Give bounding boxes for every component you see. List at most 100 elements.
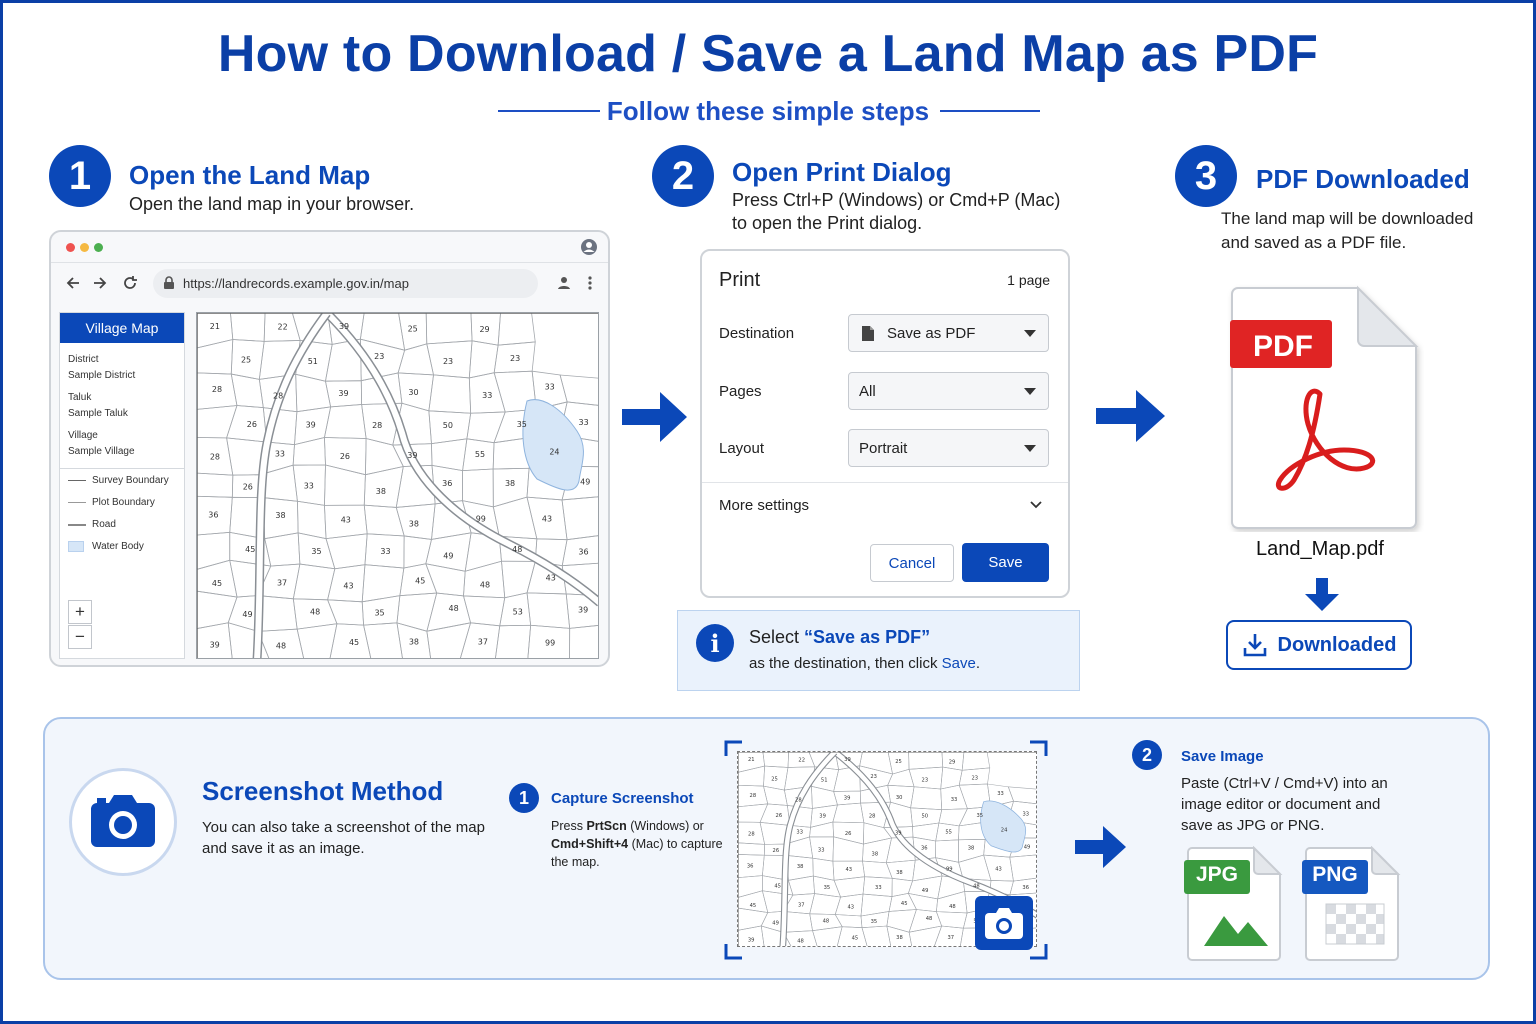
plot-boundary <box>910 786 943 810</box>
downloaded-label: Downloaded <box>1277 633 1397 656</box>
plot-boundary <box>859 752 893 775</box>
land-map[interactable]: 21 22 39 25 29 25 51 23 23 23 28 28 39 30 33 33 26 39 28 50… <box>196 312 599 659</box>
plot-boundary <box>396 592 438 632</box>
pages-select[interactable]: All <box>848 372 1049 410</box>
plot-boundary <box>763 785 788 806</box>
plot-number: 99 <box>476 514 486 523</box>
plot-number: 55 <box>475 450 485 459</box>
plot-number: 39 <box>338 389 348 398</box>
plot-number: 36 <box>921 846 928 852</box>
plot-number: 38 <box>376 487 386 496</box>
plot-boundary <box>738 803 769 823</box>
window-minimize-dot[interactable] <box>80 243 89 252</box>
plot-number: 23 <box>922 777 929 783</box>
sidebar-heading: Village Map <box>60 313 184 343</box>
back-icon[interactable] <box>65 275 81 296</box>
plot-number: 33 <box>545 383 555 392</box>
plot-number: 35 <box>374 608 384 617</box>
forward-icon[interactable] <box>92 275 108 296</box>
legend-plot-boundary: Plot Boundary <box>92 497 155 508</box>
plot-number: 48 <box>926 916 933 922</box>
plot-number: 33 <box>304 481 314 490</box>
plot-number: 37 <box>277 578 287 587</box>
info-line2: as the destination, then click Save. <box>749 655 980 672</box>
plot-boundary <box>297 500 327 540</box>
plot-number: 24 <box>1001 828 1008 834</box>
plot-number: 50 <box>921 814 928 820</box>
zoom-out-button[interactable]: − <box>68 625 92 649</box>
address-bar[interactable]: https://landrecords.example.gov.in/map <box>153 269 538 298</box>
plot-number: 28 <box>795 798 802 804</box>
jpg-label: JPG <box>1195 863 1239 886</box>
plot-number: 48 <box>797 938 804 944</box>
plot-number: 35 <box>517 420 527 429</box>
profile-icon[interactable] <box>580 238 598 256</box>
account-icon[interactable] <box>556 275 572 296</box>
plot-number: 38 <box>409 637 419 646</box>
plot-boundary <box>908 752 944 770</box>
plot-boundary <box>462 595 506 627</box>
plot-boundary <box>227 622 270 658</box>
plot-boundary <box>325 533 368 570</box>
zoom-in-button[interactable]: + <box>68 600 92 624</box>
plot-boundary <box>811 785 838 809</box>
step-1-description: Open the land map in your browser. <box>129 194 415 214</box>
reload-icon[interactable] <box>122 275 138 296</box>
plot-boundary <box>887 768 915 788</box>
plot-boundary <box>326 599 365 626</box>
plot-number: 26 <box>243 482 253 491</box>
plot-number: 38 <box>797 864 804 870</box>
png-label: PNG <box>1312 863 1358 886</box>
plot-boundary-swatch <box>68 502 86 503</box>
plot-number: 25 <box>771 776 778 782</box>
plot-boundary <box>886 909 917 933</box>
land-map-drawing: 21 22 39 25 29 25 51 23 23 23 28 28 39 30 33 33 26 39 28 50… <box>197 313 598 658</box>
downloaded-button[interactable]: Downloaded <box>1226 620 1412 670</box>
capture-line1-suffix: (Windows) or <box>626 819 704 833</box>
plot-boundary <box>425 563 466 597</box>
plot-boundary <box>324 464 366 506</box>
step-3-description-line1: The land map will be downloaded <box>1221 209 1474 228</box>
plot-number: 39 <box>578 606 588 615</box>
plot-boundary <box>912 822 940 842</box>
plot-number: 25 <box>241 355 251 364</box>
plot-number: 30 <box>896 795 903 801</box>
kebab-menu-icon[interactable] <box>587 275 593 296</box>
tab-divider <box>51 262 608 263</box>
plot-number: 33 <box>380 547 390 556</box>
map-sidebar: Village Map District Sample District Tal… <box>59 312 185 659</box>
plot-number: 26 <box>845 831 852 837</box>
destination-select[interactable]: Save as PDF <box>848 314 1049 352</box>
plot-number: 51 <box>821 777 828 783</box>
plot-boundary <box>935 839 959 863</box>
layout-select[interactable]: Portrait <box>848 429 1049 467</box>
more-settings-label[interactable]: More settings <box>719 497 809 514</box>
plot-number: 23 <box>443 357 453 366</box>
plot-boundary <box>526 592 571 629</box>
sidebar-taluk: Taluk Sample Taluk <box>68 390 128 422</box>
plot-number: 37 <box>948 935 955 941</box>
plot-boundary <box>468 340 499 379</box>
water-body-swatch <box>68 541 84 552</box>
cancel-button[interactable]: Cancel <box>870 544 954 582</box>
plot-number: 38 <box>968 846 975 852</box>
pages-value: All <box>859 382 876 400</box>
save-image-title: Save Image <box>1181 748 1264 765</box>
chevron-down-icon <box>1024 445 1036 452</box>
legend-water-body: Water Body <box>92 541 144 552</box>
info-line2-suffix: . <box>975 655 980 672</box>
plot-boundary <box>403 535 432 569</box>
plot-number: 36 <box>208 510 218 519</box>
plot-number: 45 <box>349 638 359 647</box>
sidebar-divider <box>60 468 184 469</box>
save-button[interactable]: Save <box>962 543 1049 582</box>
browser-window: https://landrecords.example.gov.in/map V… <box>49 230 610 667</box>
window-maximize-dot[interactable] <box>94 243 103 252</box>
plot-boundary <box>197 531 231 570</box>
window-close-dot[interactable] <box>66 243 75 252</box>
page-title: How to Download / Save a Land Map as PDF <box>217 25 1319 83</box>
more-settings-chevron-icon[interactable] <box>1029 500 1043 510</box>
plot-number: 26 <box>776 813 783 819</box>
cmd-shift-4-key: Cmd+Shift+4 <box>551 837 629 851</box>
plot-number: 45 <box>415 577 425 586</box>
